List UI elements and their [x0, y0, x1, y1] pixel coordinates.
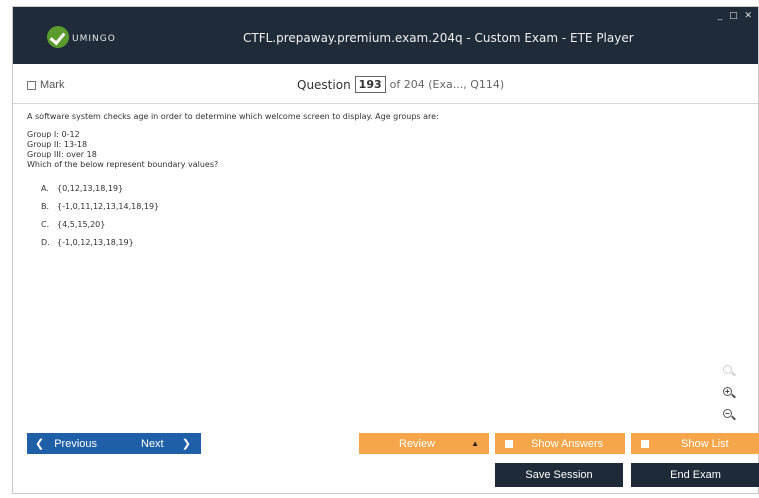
- previous-label: Previous: [54, 437, 98, 450]
- chevron-left-icon: ❮: [35, 438, 45, 450]
- answer-options: A. {0,12,13,18,19} B. {-1,0,11,12,13,14,…: [41, 180, 747, 252]
- show-answers-label: Show Answers: [531, 437, 604, 450]
- answer-option-a[interactable]: A. {0,12,13,18,19}: [41, 180, 747, 198]
- review-button[interactable]: Review ▲: [359, 433, 489, 454]
- show-list-label: Show List: [681, 437, 729, 450]
- question-content: A software system checks age in order to…: [27, 112, 747, 252]
- question-prompt: Which of the below represent boundary va…: [27, 160, 219, 169]
- search-icon[interactable]: [720, 363, 736, 379]
- option-text: {-1,0,11,12,13,14,18,19}: [57, 202, 160, 211]
- next-button[interactable]: Next ❯: [117, 433, 201, 454]
- question-label: Question: [297, 77, 351, 92]
- answer-option-d[interactable]: D. {-1,0,12,13,18,19}: [41, 234, 747, 252]
- save-session-button[interactable]: Save Session: [495, 463, 623, 487]
- show-list-button[interactable]: Show List: [631, 433, 759, 454]
- option-letter: C.: [41, 220, 50, 229]
- show-answers-checkbox-icon: [505, 439, 513, 448]
- age-group-3: Group III: over 18: [27, 150, 97, 159]
- ete-player-window: UMINGO CTFL.prepaway.premium.exam.204q -…: [12, 6, 759, 494]
- review-label: Review: [399, 437, 436, 450]
- option-letter: D.: [41, 238, 50, 247]
- window-controls[interactable]: _ □ ✕: [718, 11, 754, 21]
- logo-text: UMINGO: [72, 34, 116, 44]
- zoom-in-sign: +: [725, 387, 730, 396]
- checkmark-logo-icon: [47, 26, 69, 48]
- answer-option-b[interactable]: B. {-1,0,11,12,13,14,18,19}: [41, 198, 747, 216]
- title-bar: UMINGO CTFL.prepaway.premium.exam.204q -…: [13, 7, 758, 64]
- answer-option-c[interactable]: C. {4,5,15,20}: [41, 216, 747, 234]
- previous-button[interactable]: ❮ Previous: [27, 433, 123, 454]
- zoom-in-icon[interactable]: +: [720, 385, 736, 401]
- mark-checkbox[interactable]: Mark: [27, 79, 64, 91]
- end-exam-button[interactable]: End Exam: [631, 463, 759, 487]
- checkbox-icon[interactable]: [27, 80, 36, 90]
- caret-up-icon: ▲: [471, 439, 479, 448]
- age-group-1: Group I: 0-12: [27, 130, 80, 139]
- question-indicator: Question 193 of 204 (Exa..., Q114): [297, 76, 504, 93]
- option-text: {-1,0,12,13,18,19}: [57, 238, 134, 247]
- option-letter: A.: [41, 184, 49, 193]
- mark-label: Mark: [40, 79, 65, 91]
- show-answers-button[interactable]: Show Answers: [495, 433, 625, 454]
- zoom-out-sign: −: [725, 409, 730, 418]
- zoom-tools: + −: [720, 363, 736, 429]
- option-text: {0,12,13,18,19}: [57, 184, 124, 193]
- window-title: CTFL.prepaway.premium.exam.204q - Custom…: [243, 31, 634, 45]
- question-total: of 204 (Exa..., Q114): [389, 78, 505, 91]
- option-letter: B.: [41, 202, 50, 211]
- question-stem: A software system checks age in order to…: [27, 112, 439, 121]
- app-logo: UMINGO: [47, 26, 116, 48]
- show-list-checkbox-icon: [641, 439, 649, 448]
- chevron-right-icon: ❯: [181, 438, 191, 450]
- zoom-out-icon[interactable]: −: [720, 407, 736, 423]
- age-group-2: Group II: 13-18: [27, 140, 88, 149]
- question-header-bar: Mark Question 193 of 204 (Exa..., Q114): [13, 64, 758, 104]
- next-label: Next: [141, 437, 164, 450]
- option-text: {4,5,15,20}: [57, 220, 106, 229]
- question-number-field[interactable]: 193: [354, 76, 386, 93]
